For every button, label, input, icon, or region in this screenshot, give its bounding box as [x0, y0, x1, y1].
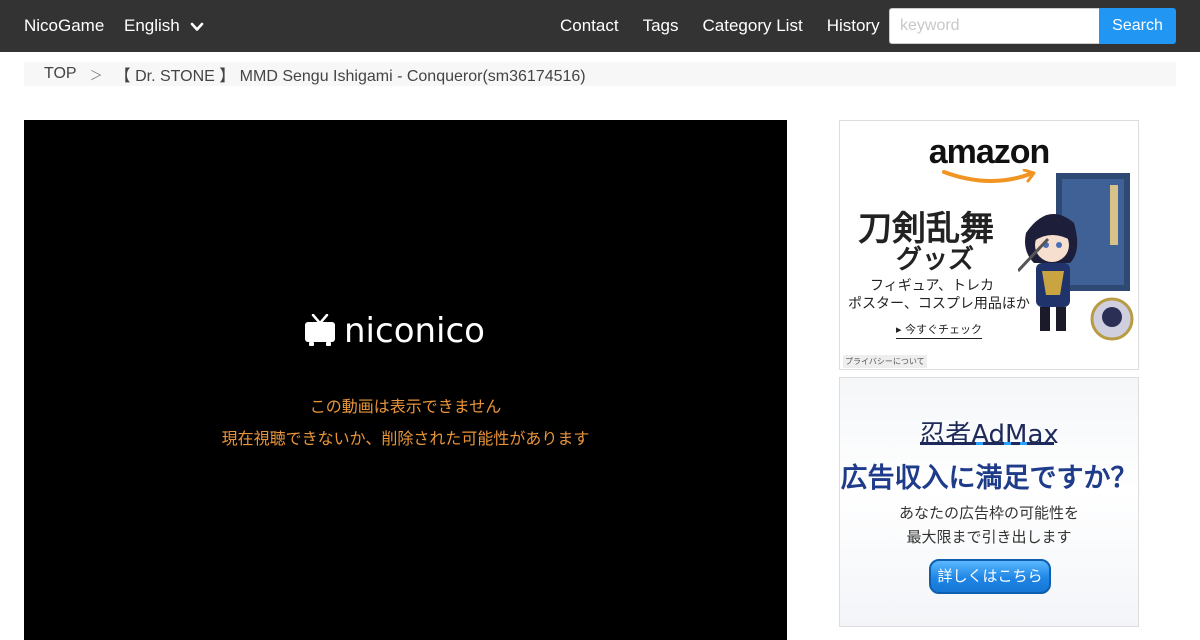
admax-text-1: あなたの広告枠の可能性を — [898, 504, 1079, 522]
admax-logo-underline — [920, 442, 1054, 445]
amazon-logo: amazon — [928, 133, 1051, 171]
chevron-down-icon — [190, 22, 204, 31]
nav-link-history[interactable]: History — [827, 16, 880, 36]
admax-headline: 広告収入に満足ですか？ — [840, 463, 1138, 494]
breadcrumb-home-link[interactable]: TOP — [44, 65, 77, 83]
nav-links: Contact Tags Category List History — [560, 16, 904, 36]
brand-link[interactable]: NicoGame — [24, 16, 104, 36]
admax-ad-banner[interactable]: 忍者AdMax 広告収入に満足ですか？ あなたの広告枠の可能性を 最大限まで引き… — [839, 377, 1139, 627]
breadcrumb-current: 【 Dr. STONE 】 MMD Sengu Ishigami - Conqu… — [114, 68, 586, 85]
amazon-ad-subheadline: グッズ — [896, 245, 975, 275]
amazon-ad-cta[interactable]: ▸ 今すぐチェック — [896, 321, 983, 339]
amazon-ad-text-1: フィギュア、トレカ — [870, 278, 995, 294]
admax-details-button[interactable]: 詳しくはこちら — [929, 559, 1051, 594]
top-navbar: NicoGame English Contact Tags Category L… — [0, 0, 1200, 52]
niconico-logo: niconico — [304, 314, 485, 348]
nav-link-contact[interactable]: Contact — [560, 16, 619, 36]
amazon-ad-banner[interactable]: amazon 刀剣乱舞 グッズ フィギュア、トレカ ポスター、コスプレ用品ほか … — [839, 120, 1139, 370]
nav-link-tags[interactable]: Tags — [643, 16, 679, 36]
breadcrumb: TOP ＞ 【 Dr. STONE 】 MMD Sengu Ishigami -… — [24, 62, 1176, 86]
player-error-detail: 現在視聴できないか、削除された可能性があります — [221, 429, 590, 448]
video-player[interactable]: niconico この動画は表示できません 現在視聴できないか、削除された可能性… — [24, 120, 787, 640]
language-dropdown[interactable]: English — [124, 16, 204, 36]
search-button[interactable]: Search — [1099, 8, 1176, 44]
nav-link-category-list[interactable]: Category List — [703, 16, 803, 36]
breadcrumb-separator: ＞ — [89, 67, 103, 83]
figure-illustration — [1018, 173, 1134, 341]
admax-text-2: 最大限まで引き出します — [906, 528, 1072, 546]
admax-logo: 忍者AdMax — [919, 420, 1059, 450]
amazon-privacy-link[interactable]: プライバシーについて — [843, 355, 927, 368]
search-input[interactable] — [889, 8, 1100, 44]
player-error-message: この動画は表示できません — [309, 397, 502, 416]
niconico-wordmark: niconico — [344, 311, 485, 351]
amazon-ad-text-2: ポスター、コスプレ用品ほか — [848, 296, 1030, 312]
tv-icon — [305, 314, 335, 346]
language-label: English — [124, 16, 180, 35]
